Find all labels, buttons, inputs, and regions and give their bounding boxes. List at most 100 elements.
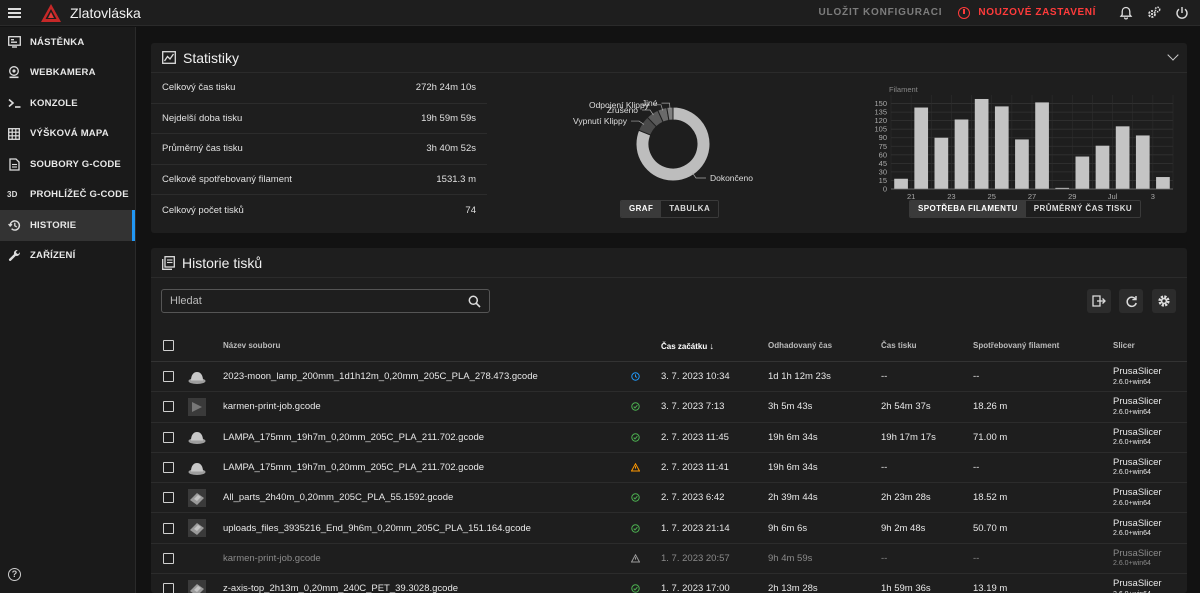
row-filename[interactable]: LAMPA_175mm_19h7m_0,20mm_205C_PLA_211.70… bbox=[223, 462, 484, 473]
row-filename[interactable]: uploads_files_3935216_End_9h6m_0,20mm_20… bbox=[223, 523, 531, 534]
sidebar-item-devices[interactable]: ZAŘÍZENÍ bbox=[0, 241, 135, 272]
bar[interactable] bbox=[954, 119, 969, 189]
graph-toggle-button[interactable]: GRAF bbox=[621, 201, 662, 217]
gear-icon bbox=[1158, 295, 1170, 307]
row-filename[interactable]: LAMPA_175mm_19h7m_0,20mm_205C_PLA_211.70… bbox=[223, 432, 484, 443]
y-tick-label: 15 bbox=[879, 176, 887, 185]
row-start-time: 3. 7. 2023 7:13 bbox=[661, 401, 725, 413]
table-row[interactable]: All_parts_2h40m_0,20mm_205C_PLA_55.1592.… bbox=[151, 483, 1187, 514]
slicer-version: 2.6.0+win64 bbox=[1113, 530, 1151, 537]
search-input[interactable]: Hledat bbox=[161, 289, 490, 313]
row-print-time: 19h 17m 17s bbox=[881, 431, 936, 443]
row-checkbox[interactable] bbox=[163, 552, 174, 564]
row-slicer: PrusaSlicer2.6.0+win64 bbox=[1113, 457, 1162, 477]
power-icon[interactable] bbox=[1168, 0, 1196, 26]
table-row[interactable]: z-axis-top_2h13m_0,20mm_240C_PET_39.3028… bbox=[151, 574, 1187, 593]
column-estimated-time[interactable]: Odhadovaný čas bbox=[768, 341, 832, 350]
bar[interactable] bbox=[1015, 139, 1029, 189]
row-checkbox[interactable] bbox=[163, 371, 174, 383]
stat-label: Nejdelší doba tisku bbox=[162, 112, 243, 124]
table-row[interactable]: uploads_files_3935216_End_9h6m_0,20mm_20… bbox=[151, 513, 1187, 544]
settings-button[interactable] bbox=[1152, 289, 1176, 313]
donut-label: Vypnutí Klippy bbox=[573, 116, 628, 126]
filament-bar-chart: Filament 0 15 30 45 60 75 90 105 120 135 150 21 23 25 2… bbox=[863, 83, 1179, 201]
row-checkbox[interactable] bbox=[163, 462, 174, 474]
sidebar-item-gcode-files[interactable]: SOUBORY G-CODE bbox=[0, 149, 135, 180]
emergency-stop-button[interactable]: NOUZOVÉ ZASTAVENÍ bbox=[958, 6, 1096, 19]
save-config-button[interactable]: ULOŽIT KONFIGURACI bbox=[819, 7, 943, 18]
sidebar-item-gcode-viewer[interactable]: 3D PROHLÍŽEČ G-CODE bbox=[0, 180, 135, 211]
donut-svg: DokončenoVypnutí KlippyZrušenoOdpojení K… bbox=[573, 98, 753, 183]
stat-value: 74 bbox=[465, 204, 476, 216]
row-filename[interactable]: All_parts_2h40m_0,20mm_205C_PLA_55.1592.… bbox=[223, 492, 453, 503]
bar[interactable] bbox=[994, 106, 1009, 189]
column-filament[interactable]: Spotřebovaný filament bbox=[973, 341, 1059, 350]
cogs-icon[interactable] bbox=[1140, 0, 1168, 26]
bell-icon[interactable] bbox=[1112, 0, 1140, 26]
row-filament: -- bbox=[973, 552, 980, 564]
row-filename[interactable]: 2023-moon_lamp_200mm_1d1h12m_0,20mm_205C… bbox=[223, 371, 538, 382]
row-filename[interactable]: karmen-print-job.gcode bbox=[223, 401, 321, 412]
table-row[interactable]: karmen-print-job.gcode 3. 7. 2023 7:13 3h … bbox=[151, 392, 1187, 423]
sidebar-item-dashboard[interactable]: NÁSTĚNKA bbox=[0, 27, 135, 58]
donut-label: Jiné bbox=[642, 98, 658, 108]
row-checkbox[interactable] bbox=[163, 431, 174, 443]
export-icon bbox=[1092, 295, 1106, 307]
slicer-version: 2.6.0+win64 bbox=[1113, 378, 1151, 386]
bar[interactable] bbox=[894, 178, 908, 189]
filament-usage-toggle-button[interactable]: SPOTŘEBA FILAMENTU bbox=[910, 201, 1026, 217]
row-start-time: 1. 7. 2023 21:14 bbox=[661, 522, 730, 534]
row-checkbox[interactable] bbox=[163, 522, 174, 534]
row-slicer: PrusaSlicer2.6.0+win64 bbox=[1113, 488, 1162, 507]
search-icon[interactable] bbox=[468, 295, 481, 308]
bar[interactable] bbox=[1115, 126, 1130, 189]
sidebar-item-label: WEBKAMERA bbox=[30, 67, 96, 79]
bar[interactable] bbox=[934, 137, 949, 189]
sidebar-item-webcam[interactable]: WEBKAMERA bbox=[0, 58, 135, 89]
stat-label: Celkový čas tisku bbox=[162, 82, 236, 94]
bar[interactable] bbox=[1135, 135, 1150, 189]
bar[interactable] bbox=[1156, 177, 1170, 189]
row-checkbox[interactable] bbox=[163, 583, 174, 593]
column-slicer[interactable]: Slicer bbox=[1113, 341, 1135, 350]
bar[interactable] bbox=[974, 98, 989, 189]
refresh-button[interactable] bbox=[1119, 289, 1143, 313]
row-checkbox[interactable] bbox=[163, 401, 174, 413]
column-start-time[interactable]: Čas začátku ↓ bbox=[661, 341, 714, 351]
export-button[interactable] bbox=[1087, 289, 1111, 313]
row-filename[interactable]: karmen-print-job.gcode bbox=[223, 553, 321, 564]
bar[interactable] bbox=[1095, 145, 1110, 189]
bar[interactable] bbox=[1075, 156, 1090, 189]
slicer-version: 2.6.0+win64 bbox=[1113, 469, 1151, 477]
help-icon[interactable]: ? bbox=[8, 568, 21, 581]
slicer-version: 2.6.0+win64 bbox=[1113, 408, 1151, 416]
bar[interactable] bbox=[914, 107, 929, 189]
slicer-name: PrusaSlicer bbox=[1113, 396, 1162, 408]
table-row[interactable]: karmen-print-job.gcode 1. 7. 2023 20:57 9h… bbox=[151, 544, 1187, 575]
check-circle-icon bbox=[631, 433, 640, 442]
avg-print-time-toggle-button[interactable]: PRŮMĚRNÝ ČAS TISKU bbox=[1025, 201, 1141, 217]
sidebar-item-history[interactable]: HISTORIE bbox=[0, 210, 135, 241]
donut-label: Dokončeno bbox=[710, 173, 753, 183]
statistics-header[interactable]: Statistiky bbox=[151, 43, 1187, 73]
stats-table: Celkový čas tisku 272h 24m 10s Nejdelší d… bbox=[151, 73, 487, 226]
search-placeholder: Hledat bbox=[170, 295, 202, 307]
column-print-time[interactable]: Čas tisku bbox=[881, 341, 917, 350]
chevron-down-icon[interactable] bbox=[1167, 49, 1179, 61]
check-circle-icon bbox=[631, 493, 640, 503]
column-filename[interactable]: Název souboru bbox=[223, 341, 280, 350]
row-filename[interactable]: z-axis-top_2h13m_0,20mm_240C_PET_39.3028… bbox=[223, 583, 458, 593]
3d-icon: 3D bbox=[7, 190, 18, 200]
row-checkbox[interactable] bbox=[163, 492, 174, 504]
sidebar-item-console[interactable]: KONZOLE bbox=[0, 88, 135, 119]
table-row[interactable]: 2023-moon_lamp_200mm_1d1h12m_0,20mm_205C… bbox=[151, 362, 1187, 393]
table-row[interactable]: LAMPA_175mm_19h7m_0,20mm_205C_PLA_211.70… bbox=[151, 453, 1187, 484]
table-row[interactable]: LAMPA_175mm_19h7m_0,20mm_205C_PLA_211.70… bbox=[151, 423, 1187, 453]
sidebar-item-heightmap[interactable]: VÝŠKOVÁ MAPA bbox=[0, 119, 135, 150]
row-filament: -- bbox=[973, 462, 980, 474]
menu-icon[interactable] bbox=[0, 0, 28, 26]
select-all-checkbox[interactable] bbox=[163, 340, 174, 351]
bar[interactable] bbox=[1035, 102, 1049, 189]
row-estimated-time: 19h 6m 34s bbox=[768, 431, 818, 443]
table-toggle-button[interactable]: TABULKA bbox=[661, 201, 719, 217]
